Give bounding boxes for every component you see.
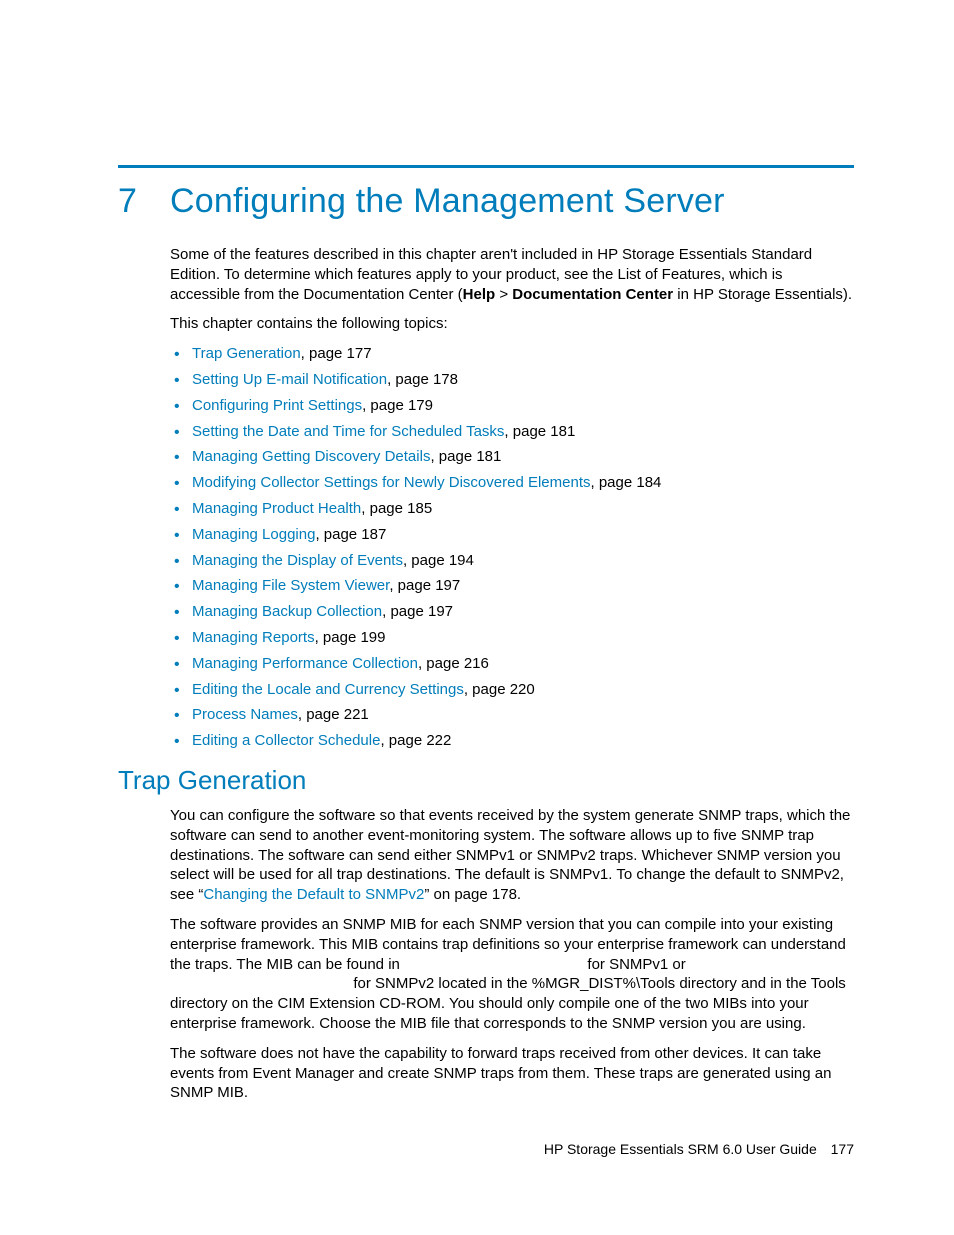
chapter-heading: 7 Configuring the Management Server <box>118 182 854 221</box>
page-number: 177 <box>831 1141 854 1157</box>
toc-suffix: , page 197 <box>382 603 453 620</box>
toc-link[interactable]: Managing Backup Collection <box>192 603 382 620</box>
toc-item: Managing Backup Collection, page 197 <box>170 602 854 622</box>
toc-item: Managing Reports, page 199 <box>170 628 854 648</box>
toc-suffix: , page 221 <box>298 706 369 723</box>
toc-link[interactable]: Modifying Collector Settings for Newly D… <box>192 474 591 491</box>
toc-suffix: , page 177 <box>301 345 372 362</box>
help-bold: Help <box>463 286 496 303</box>
toc-item: Managing Getting Discovery Details, page… <box>170 447 854 467</box>
toc-link[interactable]: Configuring Print Settings <box>192 397 362 414</box>
toc-suffix: , page 185 <box>361 500 432 517</box>
toc-link[interactable]: Managing Product Health <box>192 500 361 517</box>
chapter-title: Configuring the Management Server <box>170 182 725 221</box>
section-p2: The software provides an SNMP MIB for ea… <box>170 915 854 1034</box>
toc-link[interactable]: Editing a Collector Schedule <box>192 732 380 749</box>
toc-suffix: , page 194 <box>403 552 474 569</box>
toc-suffix: , page 178 <box>387 371 458 388</box>
intro-tail: in HP Storage Essentials). <box>673 286 852 303</box>
toc-link[interactable]: Managing Getting Discovery Details <box>192 448 430 465</box>
page-container: 7 Configuring the Management Server Some… <box>0 0 954 1103</box>
toc-item: Managing Performance Collection, page 21… <box>170 654 854 674</box>
toc-item: Editing a Collector Schedule, page 222 <box>170 731 854 751</box>
toc-item: Managing Logging, page 187 <box>170 525 854 545</box>
top-rule <box>118 165 854 168</box>
toc-link[interactable]: Managing Logging <box>192 526 315 543</box>
toc-suffix: , page 181 <box>504 423 575 440</box>
toc-item: Configuring Print Settings, page 179 <box>170 396 854 416</box>
toc-item: Editing the Locale and Currency Settings… <box>170 680 854 700</box>
toc-link[interactable]: Managing File System Viewer <box>192 577 389 594</box>
toc-item: Trap Generation, page 177 <box>170 344 854 364</box>
section-p1-tail: ” on page 178. <box>424 886 521 903</box>
toc-item: Setting the Date and Time for Scheduled … <box>170 422 854 442</box>
body-content: Some of the features described in this c… <box>170 245 854 751</box>
toc-item: Managing File System Viewer, page 197 <box>170 576 854 596</box>
toc-item: Setting Up E-mail Notification, page 178 <box>170 370 854 390</box>
toc-link[interactable]: Managing Reports <box>192 629 315 646</box>
toc-link[interactable]: Editing the Locale and Currency Settings <box>192 681 464 698</box>
toc-suffix: , page 220 <box>464 681 535 698</box>
toc-link[interactable]: Managing the Display of Events <box>192 552 403 569</box>
intro-paragraph-1: Some of the features described in this c… <box>170 245 854 304</box>
footer-text: HP Storage Essentials SRM 6.0 User Guide <box>544 1141 817 1157</box>
toc-link[interactable]: Setting Up E-mail Notification <box>192 371 387 388</box>
toc-link[interactable]: Trap Generation <box>192 345 301 362</box>
section-p1: You can configure the software so that e… <box>170 806 854 905</box>
toc-item: Managing the Display of Events, page 194 <box>170 551 854 571</box>
section-heading: Trap Generation <box>118 765 854 796</box>
intro-paragraph-2: This chapter contains the following topi… <box>170 314 854 334</box>
toc-item: Process Names, page 221 <box>170 705 854 725</box>
toc-suffix: , page 187 <box>315 526 386 543</box>
section-p3: The software does not have the capabilit… <box>170 1044 854 1103</box>
page-footer: HP Storage Essentials SRM 6.0 User Guide… <box>544 1141 854 1157</box>
chapter-number: 7 <box>118 182 170 221</box>
intro-sep: > <box>495 286 512 303</box>
toc-suffix: , page 199 <box>315 629 386 646</box>
toc-item: Managing Product Health, page 185 <box>170 499 854 519</box>
toc-suffix: , page 181 <box>430 448 501 465</box>
toc-suffix: , page 179 <box>362 397 433 414</box>
toc-suffix: , page 216 <box>418 655 489 672</box>
toc-link[interactable]: Managing Performance Collection <box>192 655 418 672</box>
toc-suffix: , page 222 <box>380 732 451 749</box>
toc-list: Trap Generation, page 177 Setting Up E-m… <box>170 344 854 751</box>
section-body: You can configure the software so that e… <box>170 806 854 1103</box>
inline-link-snmpv2[interactable]: Changing the Default to SNMPv2 <box>203 886 424 903</box>
toc-item: Modifying Collector Settings for Newly D… <box>170 473 854 493</box>
doc-center-bold: Documentation Center <box>512 286 673 303</box>
toc-suffix: , page 197 <box>389 577 460 594</box>
toc-link[interactable]: Process Names <box>192 706 298 723</box>
toc-link[interactable]: Setting the Date and Time for Scheduled … <box>192 423 504 440</box>
toc-suffix: , page 184 <box>591 474 662 491</box>
